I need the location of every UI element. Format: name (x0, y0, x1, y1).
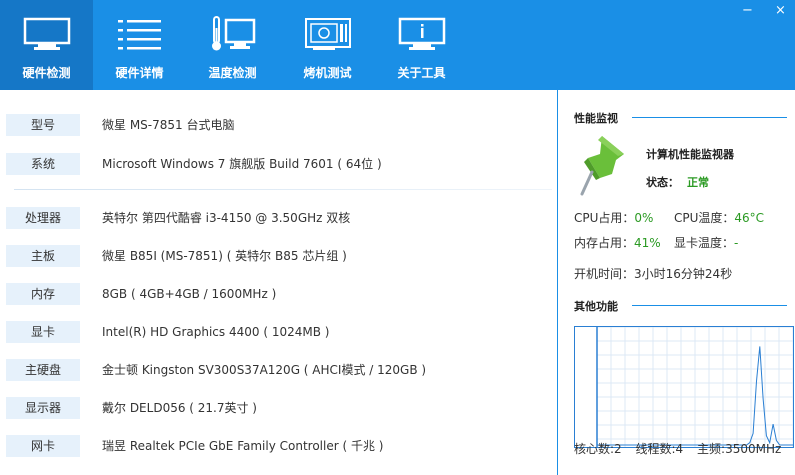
gpu-temp-stat: 显卡温度：- (674, 234, 738, 251)
mem-usage-stat: 内存占用：41% (574, 234, 661, 251)
tab-temperature[interactable]: 温度检测 (186, 0, 279, 90)
right-panel: 性能监视 计算机性能监视器 状态： 正常 CPU占用：0% CPU温度：46°C … (557, 90, 795, 475)
gpu-value: Intel(R) HD Graphics 4400 ( 1024MB ) (102, 325, 330, 339)
os-label: 系统 (6, 153, 80, 175)
cpu-frequency: 主频:3500MHz (697, 442, 782, 456)
thermometer-monitor-icon (208, 16, 258, 55)
nic-label: 网卡 (6, 435, 80, 457)
disk-label: 主硬盘 (6, 359, 80, 381)
cpu-usage-label: CPU占用： (574, 211, 635, 225)
monitor-title: 计算机性能监视器 (646, 148, 734, 161)
thread-count: 线程数:4 (635, 442, 684, 456)
tab-label: 烤机测试 (303, 66, 352, 80)
monitor-section-title: 性能监视 (574, 112, 618, 125)
section-divider (632, 117, 787, 118)
tab-label: 温度检测 (208, 66, 257, 80)
cpu-usage-stat: CPU占用：0% (574, 209, 653, 226)
display-value: 戴尔 DELD056 ( 21.7英寸 ) (102, 401, 257, 415)
memory-value: 8GB ( 4GB+4GB / 1600MHz ) (102, 287, 277, 301)
nic-value: 瑞昱 Realtek PCIe GbE Family Controller ( … (102, 439, 384, 453)
tab-hardware-check[interactable]: 硬件检测 (0, 0, 93, 90)
tab-label: 关于工具 (397, 66, 446, 80)
model-label: 型号 (6, 114, 80, 136)
list-icon (115, 16, 165, 55)
cpu-spec-footer: 核心数:2 线程数:4 主频:3500MHz (574, 440, 791, 457)
mem-usage-label: 内存占用： (574, 236, 635, 250)
tab-label: 硬件详情 (115, 66, 164, 80)
section-divider (632, 305, 787, 306)
pushpin-icon (578, 132, 630, 201)
tab-about[interactable]: 关于工具 (375, 0, 468, 90)
cpu-usage-graph (574, 326, 794, 448)
state-value: 正常 (687, 176, 709, 189)
tab-burn-in[interactable]: 烤机测试 (281, 0, 374, 90)
gpu-temp-label: 显卡温度： (674, 236, 735, 250)
cpu-value: 英特尔 第四代酷睿 i3-4150 @ 3.50GHz 双核 (102, 211, 351, 225)
monitor-icon (22, 16, 72, 55)
board-label: 主板 (6, 245, 80, 267)
mem-usage-value: 41% (634, 236, 661, 250)
minimize-button[interactable]: − (742, 4, 753, 18)
disk-value: 金士顿 Kingston SV300S37A120G ( AHCI模式 / 12… (102, 363, 427, 377)
graphics-card-icon (303, 16, 353, 55)
uptime-label: 开机时间： (574, 267, 635, 281)
uptime-value: 3小时16分钟24秒 (634, 267, 733, 281)
main-toolbar: 硬件检测 硬件详情 温度检测 烤机测试 关于工具 − × (0, 0, 795, 90)
state-label: 状态： (646, 176, 679, 189)
memory-label: 内存 (6, 283, 80, 305)
os-value: Microsoft Windows 7 旗舰版 Build 7601 ( 64位… (102, 157, 382, 171)
divider (14, 189, 552, 190)
monitor-state: 状态： 正常 (646, 174, 709, 190)
tab-label: 硬件检测 (22, 66, 71, 80)
model-value: 微星 MS-7851 台式电脑 (102, 118, 235, 132)
close-button[interactable]: × (775, 4, 786, 18)
uptime-stat: 开机时间：3小时16分钟24秒 (574, 265, 732, 282)
cpu-temp-value: 46°C (734, 211, 765, 225)
cpu-temp-stat: CPU温度：46°C (674, 209, 764, 226)
display-label: 显示器 (6, 397, 80, 419)
cpu-label: 处理器 (6, 207, 80, 229)
graph-svg (596, 326, 794, 447)
gpu-temp-value: - (734, 236, 739, 250)
cpu-usage-value: 0% (634, 211, 654, 225)
tab-hardware-details[interactable]: 硬件详情 (93, 0, 186, 90)
core-count: 核心数:2 (574, 442, 622, 456)
other-section-title: 其他功能 (574, 300, 618, 313)
board-value: 微星 B85I (MS-7851) ( 英特尔 B85 芯片组 ) (102, 249, 347, 263)
gpu-label: 显卡 (6, 321, 80, 343)
cpu-temp-label: CPU温度： (674, 211, 735, 225)
info-monitor-icon (397, 16, 447, 55)
